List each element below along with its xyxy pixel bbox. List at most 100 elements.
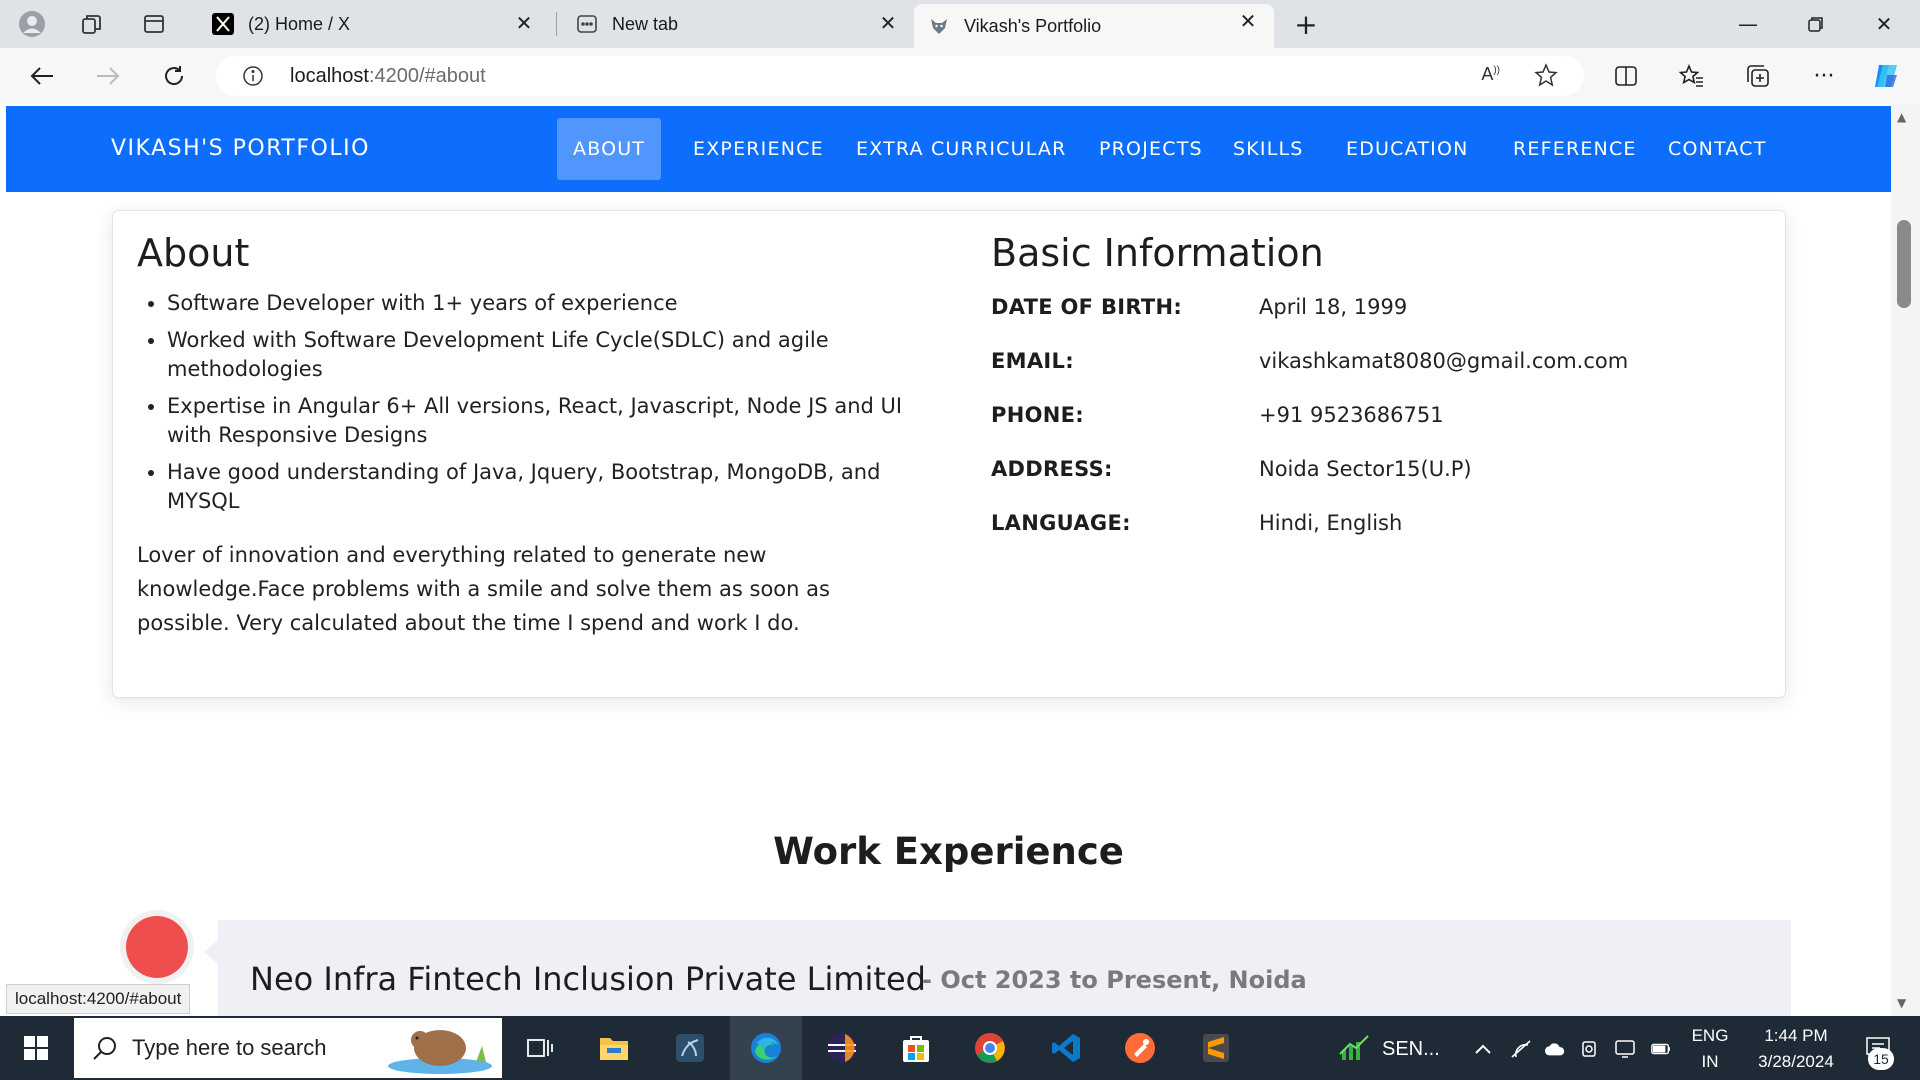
about-bullet: Software Developer with 1+ years of expe…: [167, 289, 917, 318]
search-highlight-illustration-icon: [384, 1022, 498, 1080]
onedrive-cloud-icon[interactable]: [1544, 1038, 1566, 1060]
favorite-star-icon[interactable]: [1534, 63, 1558, 91]
search-icon: [92, 1035, 118, 1065]
nav-experience[interactable]: EXPERIENCE: [677, 118, 840, 180]
stock-ticker-icon[interactable]: [1338, 1034, 1370, 1062]
about-bullet: Expertise in Angular 6+ All versions, Re…: [167, 392, 917, 450]
tab-title: Vikash's Portfolio: [964, 15, 1102, 36]
collections-icon[interactable]: [1738, 58, 1778, 94]
site-brand[interactable]: VIKASH'S PORTFOLIO: [111, 136, 370, 161]
info-label: DATE OF BIRTH:: [991, 295, 1183, 319]
favorites-icon[interactable]: [1672, 58, 1712, 94]
nav-skills[interactable]: SKILLS: [1217, 118, 1320, 180]
scroll-up-icon[interactable]: ▲: [1897, 110, 1906, 124]
reload-icon[interactable]: [154, 58, 194, 94]
experience-company: Neo Infra Fintech Inclusion Private Limi…: [250, 960, 926, 998]
display-icon[interactable]: [1614, 1038, 1636, 1060]
meet-now-icon[interactable]: [1578, 1038, 1600, 1060]
clock-time: 1:44 PM: [1764, 1026, 1828, 1045]
copilot-icon[interactable]: [1866, 58, 1906, 94]
microsoft-store-icon[interactable]: [880, 1016, 952, 1080]
nav-projects[interactable]: PROJECTS: [1083, 118, 1219, 180]
link-status-tooltip: localhost:4200/#about: [6, 984, 191, 1014]
language-region: IN: [1701, 1052, 1719, 1071]
vscode-icon[interactable]: [1030, 1016, 1102, 1080]
experience-dates: - Oct 2023 to Present, Noida: [922, 966, 1307, 994]
page-scrollbar[interactable]: ▲ ▼: [1891, 104, 1920, 1016]
windows-start-icon[interactable]: [0, 1016, 72, 1080]
wifi-icon[interactable]: [1510, 1038, 1532, 1060]
info-value[interactable]: vikashkamat8080@gmail.com.com: [1259, 349, 1628, 373]
close-tab-icon[interactable]: ✕: [512, 12, 536, 36]
file-explorer-icon[interactable]: [578, 1016, 650, 1080]
tab-portfolio[interactable]: Vikash's Portfolio ✕: [914, 4, 1274, 48]
split-screen-icon[interactable]: [1606, 58, 1646, 94]
eclipse-icon[interactable]: [806, 1016, 878, 1080]
site-info-icon[interactable]: [242, 65, 264, 91]
clock[interactable]: 1:44 PM 3/28/2024: [1742, 1026, 1850, 1072]
url-text[interactable]: localhost:4200/#about: [290, 65, 486, 88]
task-view-icon[interactable]: [504, 1016, 576, 1080]
about-bullets: Software Developer with 1+ years of expe…: [137, 289, 917, 516]
tab-title: New tab: [612, 13, 679, 34]
back-icon[interactable]: [22, 58, 62, 94]
edge-browser-icon[interactable]: [730, 1016, 802, 1080]
tab-actions-icon[interactable]: [140, 10, 168, 38]
search-placeholder: Type here to search: [132, 1035, 327, 1060]
basic-info-title: Basic Information: [991, 231, 1324, 275]
postman-icon[interactable]: [1104, 1016, 1176, 1080]
browser-tab-strip: (2) Home / X ✕ New tab ✕ Vikash's Portfo…: [0, 0, 1920, 48]
about-paragraph: Lover of innovation and everything relat…: [137, 543, 830, 635]
nav-about[interactable]: ABOUT: [557, 118, 662, 180]
mysql-workbench-icon[interactable]: [654, 1016, 726, 1080]
minimize-icon[interactable]: —: [1718, 0, 1778, 48]
nav-reference[interactable]: REFERENCE: [1497, 118, 1653, 180]
language-code: ENG: [1691, 1026, 1729, 1045]
work-experience-title: Work Experience: [773, 830, 1124, 873]
new-tab-icon: [576, 13, 598, 35]
experience-card: Neo Infra Fintech Inclusion Private Limi…: [218, 920, 1791, 1016]
battery-icon[interactable]: [1650, 1038, 1672, 1060]
chrome-icon[interactable]: [954, 1016, 1026, 1080]
info-label: ADDRESS:: [991, 457, 1113, 481]
notification-count-badge: 15: [1868, 1048, 1894, 1070]
more-menu-icon[interactable]: ···: [1804, 58, 1844, 94]
about-bullet: Worked with Software Development Life Cy…: [167, 326, 917, 384]
sublime-text-icon[interactable]: [1180, 1016, 1252, 1080]
close-tab-icon[interactable]: ✕: [876, 12, 900, 36]
scrollbar-thumb[interactable]: [1897, 220, 1911, 308]
tab-title: (2) Home / X: [248, 13, 351, 34]
about-bullet: Have good understanding of Java, Jquery,…: [167, 458, 917, 516]
language-indicator[interactable]: ENG IN: [1690, 1026, 1730, 1072]
timeline-pointer: [204, 940, 218, 964]
nav-extra-curricular[interactable]: EXTRA CURRICULAR: [840, 118, 1083, 180]
x-logo-icon: [212, 13, 234, 35]
stock-ticker-label[interactable]: SEN...: [1382, 1038, 1440, 1061]
forward-icon[interactable]: [88, 58, 128, 94]
taskbar-search-box[interactable]: Type here to search: [74, 1018, 502, 1078]
read-aloud-icon[interactable]: A)): [1481, 64, 1500, 85]
clock-date: 3/28/2024: [1758, 1052, 1834, 1071]
profile-avatar-icon[interactable]: [18, 10, 46, 38]
new-tab-plus-icon[interactable]: +: [1292, 8, 1320, 41]
info-value[interactable]: +91 9523686751: [1259, 403, 1444, 427]
windows-taskbar: Type here to search SEN... ENG IN 1:44 P…: [0, 1016, 1920, 1080]
address-bar[interactable]: localhost:4200/#about A)): [216, 56, 1584, 96]
about-card: About Software Developer with 1+ years o…: [112, 210, 1786, 698]
workspaces-icon[interactable]: [78, 10, 106, 38]
tab-twitter[interactable]: (2) Home / X ✕: [198, 6, 550, 42]
info-value: Hindi, English: [1259, 511, 1403, 535]
close-window-icon[interactable]: ✕: [1854, 0, 1914, 48]
basic-info-section: Basic Information DATE OF BIRTH: April 1…: [991, 231, 1751, 535]
info-label: LANGUAGE:: [991, 511, 1131, 535]
browser-toolbar: localhost:4200/#about A)) ···: [0, 48, 1920, 104]
nav-education[interactable]: EDUCATION: [1330, 118, 1485, 180]
close-tab-icon[interactable]: ✕: [1236, 10, 1260, 34]
nav-contact[interactable]: CONTACT: [1652, 118, 1783, 180]
page-viewport: VIKASH'S PORTFOLIO ABOUT EXPERIENCE EXTR…: [6, 104, 1891, 1016]
restore-icon[interactable]: [1786, 0, 1846, 48]
scroll-down-icon[interactable]: ▼: [1897, 996, 1906, 1010]
chevron-up-icon[interactable]: [1472, 1038, 1494, 1060]
info-label: EMAIL:: [991, 349, 1074, 373]
tab-new-tab[interactable]: New tab ✕: [562, 6, 914, 42]
